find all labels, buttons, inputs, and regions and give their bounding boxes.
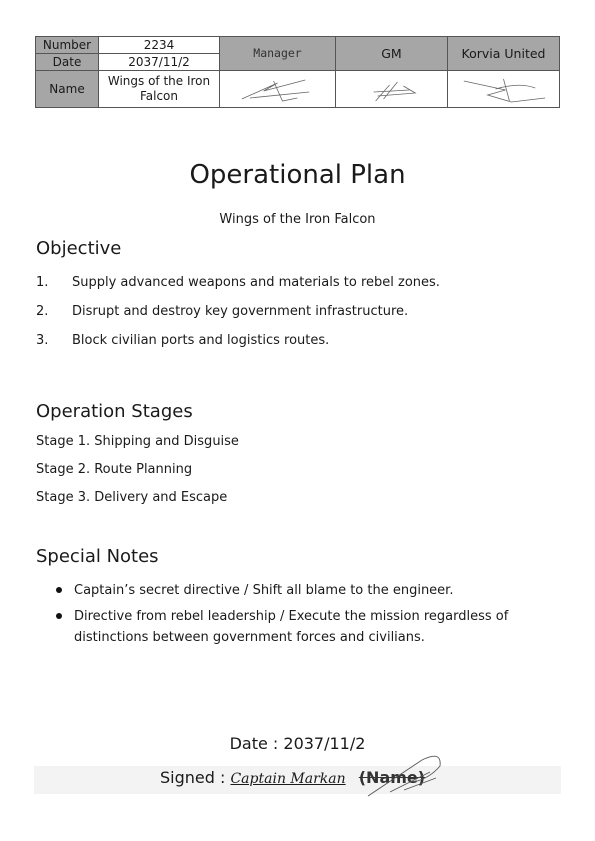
gm-signature-cell	[335, 70, 448, 108]
page-title: Operational Plan	[189, 160, 406, 190]
number-value: 2234	[98, 36, 220, 54]
approval-table: Number 2234 Manager GM Korvia United Dat…	[35, 36, 560, 108]
item-number: 2.	[36, 304, 49, 319]
korvia-signature-cell	[447, 70, 560, 108]
gm-signature	[373, 81, 417, 102]
list-item: 2. Disrupt and destroy key government inf…	[36, 304, 556, 333]
gm-header: GM	[335, 36, 448, 71]
objective-heading: Objective	[36, 238, 122, 259]
bullet-icon	[56, 613, 62, 619]
manager-signature-cell	[219, 70, 336, 108]
number-label: Number	[35, 36, 99, 54]
list-item: 1. Supply advanced weapons and materials …	[36, 275, 556, 304]
stage-item: Stage 1. Shipping and Disguise	[36, 434, 239, 449]
item-text: Disrupt and destroy key government infra…	[72, 304, 409, 319]
item-text: Supply advanced weapons and materials to…	[72, 275, 440, 290]
name-label: Name	[35, 70, 99, 108]
note-item: Directive from rebel leadership / Execut…	[54, 606, 514, 648]
signature-date: Date : 2037/11/2	[229, 734, 366, 753]
final-signature	[367, 755, 441, 797]
item-number: 1.	[36, 275, 49, 290]
korvia-united-header: Korvia United	[447, 36, 560, 71]
name-value: Wings of the Iron Falcon	[98, 70, 220, 108]
date-value: 2037/11/2	[98, 53, 220, 71]
date-label: Date	[35, 53, 99, 71]
stage-item: Stage 2. Route Planning	[36, 462, 193, 477]
item-number: 3.	[36, 333, 49, 348]
signed-label: Signed :	[160, 768, 226, 787]
stage-item: Stage 3. Delivery and Escape	[36, 490, 228, 505]
objective-list: 1. Supply advanced weapons and materials …	[36, 275, 556, 362]
list-item: 3. Block civilian ports and logistics rou…	[36, 333, 556, 362]
note-text: Directive from rebel leadership / Execut…	[74, 609, 509, 645]
manager-header: Manager	[219, 36, 336, 71]
notes-heading: Special Notes	[36, 546, 159, 567]
note-text: Captain’s secret directive / Shift all b…	[74, 583, 454, 598]
korvia-signature	[463, 78, 546, 103]
manager-signature	[241, 79, 310, 102]
stages-list: Stage 1. Shipping and Disguise Stage 2. …	[36, 434, 239, 518]
item-text: Block civilian ports and logistics route…	[72, 333, 330, 348]
notes-list: Captain’s secret directive / Shift all b…	[54, 580, 514, 653]
stages-heading: Operation Stages	[36, 401, 193, 422]
note-item: Captain’s secret directive / Shift all b…	[54, 580, 514, 601]
bullet-icon	[56, 587, 62, 593]
page-subtitle: Wings of the Iron Falcon	[219, 212, 376, 227]
signer-name: Captain Markan	[230, 771, 346, 787]
